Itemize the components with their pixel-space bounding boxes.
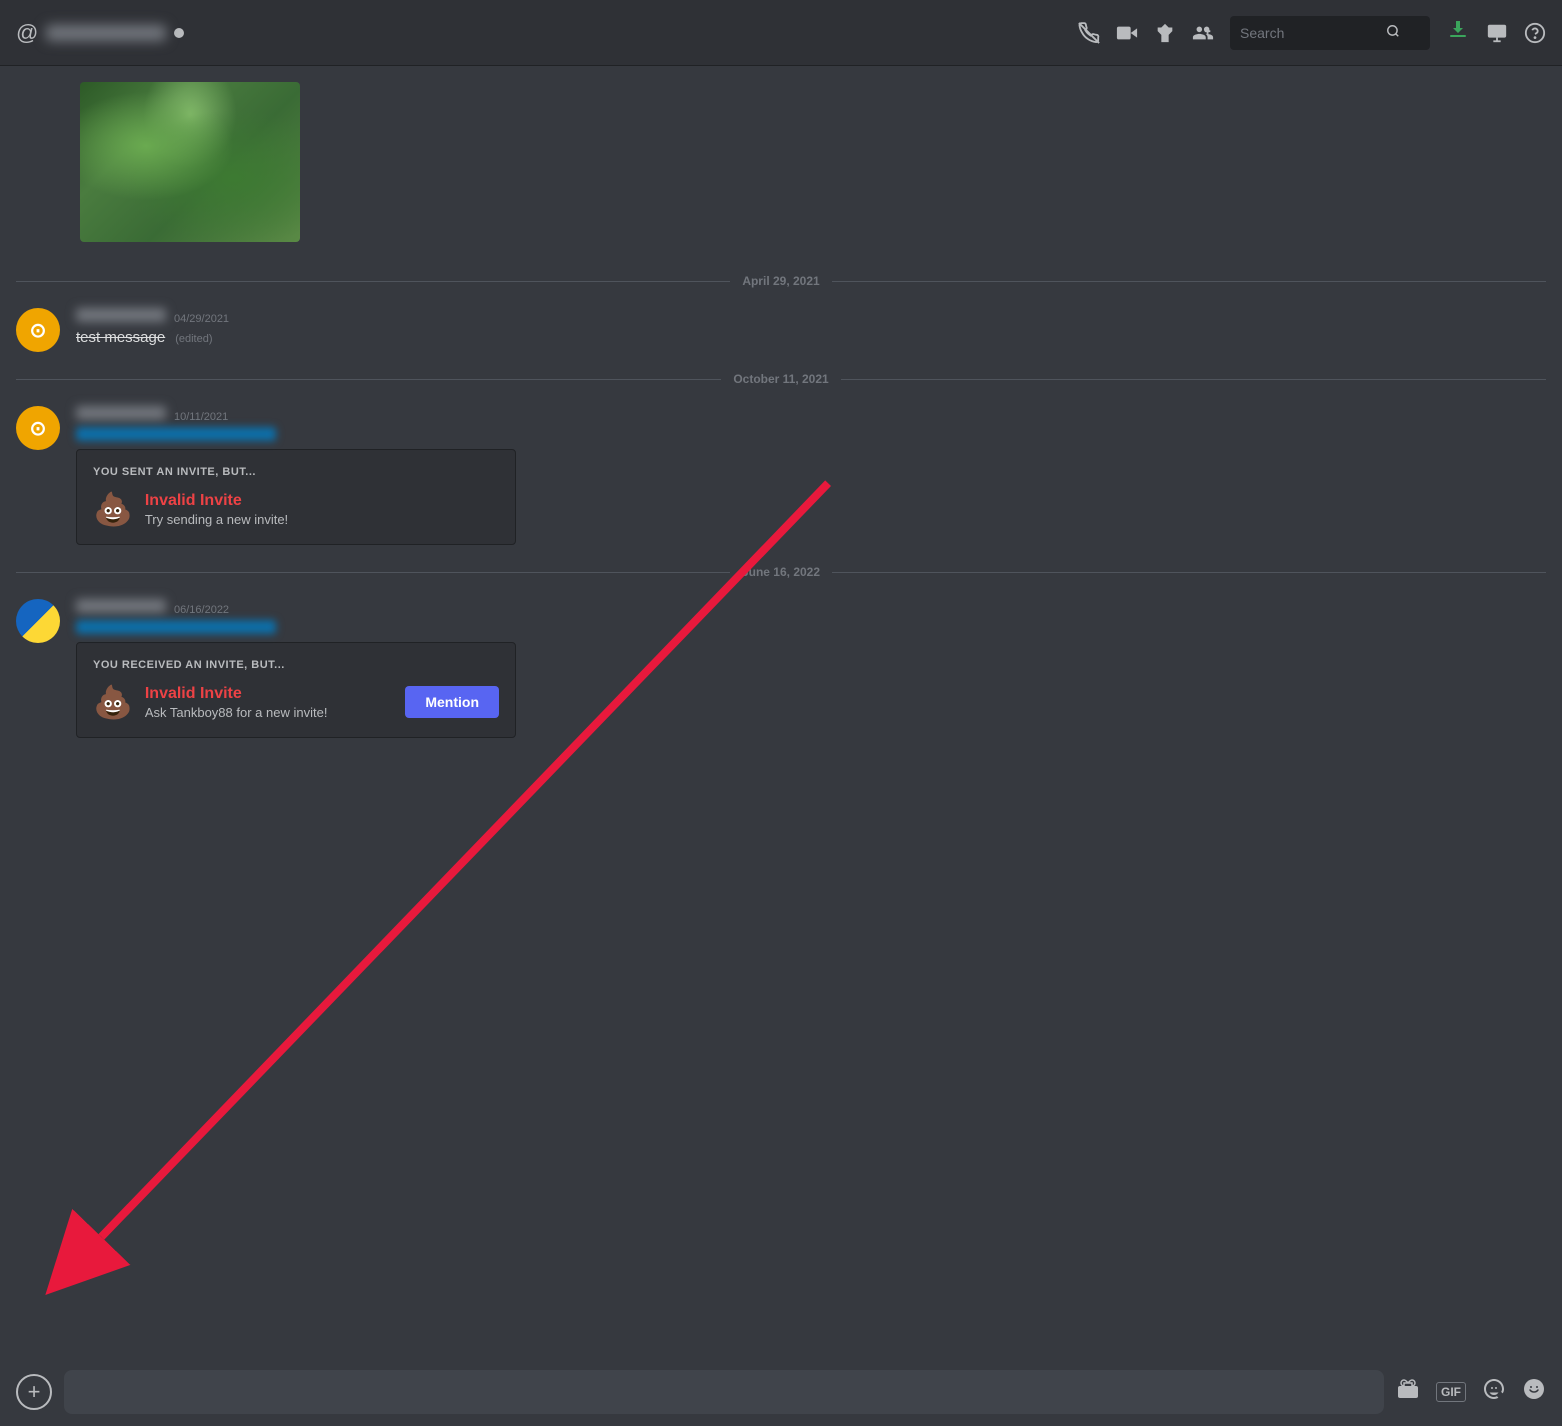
sticker-icon[interactable] — [1482, 1377, 1506, 1407]
message-content-june: 06/16/2022 YOU RECEIVED AN INVITE, BUT..… — [76, 599, 1546, 738]
invite-card-title-sent: YOU SENT AN INVITE, BUT... — [93, 466, 499, 478]
invite-info-sent: Invalid Invite Try sending a new invite! — [145, 492, 499, 527]
message-header-october: 10/11/2021 — [76, 406, 1546, 423]
avatar-october: ⊙ — [16, 406, 60, 450]
message-content-april: 04/29/2021 test message (edited) — [76, 308, 1546, 346]
search-bar[interactable] — [1230, 16, 1430, 50]
poop-icon-received: 💩 — [93, 683, 133, 721]
top-bar: @ — [0, 0, 1562, 66]
username-display — [46, 25, 166, 41]
invite-card-sent: YOU SENT AN INVITE, BUT... 💩 Invalid Inv… — [76, 449, 516, 545]
image-message — [0, 82, 1562, 258]
invalid-invite-text-received: Invalid Invite — [145, 685, 394, 703]
username-june — [76, 599, 166, 613]
divider-line-left-oct — [16, 379, 721, 380]
avatar-april: ⊙ — [16, 308, 60, 352]
gift-icon[interactable] — [1396, 1377, 1420, 1407]
message-group-april: ⊙ 04/29/2021 test message (edited) — [0, 304, 1562, 356]
image-thumbnail[interactable] — [80, 82, 300, 242]
invite-card-received: YOU RECEIVED AN INVITE, BUT... 💩 Invalid… — [76, 642, 516, 738]
date-divider-text-oct: October 11, 2021 — [721, 372, 840, 386]
username-october — [76, 406, 166, 420]
divider-line-right — [832, 281, 1546, 282]
divider-line-right-oct — [841, 379, 1546, 380]
poop-icon-sent: 💩 — [93, 490, 133, 528]
message-link-october — [76, 427, 276, 441]
search-icon — [1386, 24, 1400, 41]
message-header-june: 06/16/2022 — [76, 599, 1546, 616]
message-group-june: 06/16/2022 YOU RECEIVED AN INVITE, BUT..… — [0, 595, 1562, 742]
plus-icon: + — [28, 1379, 41, 1405]
discord-logo-icon: ⊙ — [30, 318, 47, 343]
divider-line-left-june — [16, 572, 730, 573]
gif-button[interactable]: GIF — [1436, 1382, 1466, 1402]
message-content-october: 10/11/2021 YOU SENT AN INVITE, BUT... 💩 … — [76, 406, 1546, 545]
date-divider-april-2021: April 29, 2021 — [0, 266, 1562, 296]
invite-card-body-received: 💩 Invalid Invite Ask Tankboy88 for a new… — [93, 683, 499, 721]
date-divider-june-2022: June 16, 2022 — [0, 557, 1562, 587]
discord-logo-icon-oct: ⊙ — [30, 416, 47, 441]
at-icon[interactable]: @ — [16, 20, 38, 46]
message-list: April 29, 2021 ⊙ 04/29/2021 test message… — [0, 66, 1562, 1358]
message-header-april: 04/29/2021 — [76, 308, 1546, 325]
edited-label: (edited) — [175, 333, 212, 345]
date-divider-october-2021: October 11, 2021 — [0, 364, 1562, 394]
timestamp-october: 10/11/2021 — [174, 411, 228, 423]
divider-line-left — [16, 281, 730, 282]
invite-card-title-received: YOU RECEIVED AN INVITE, BUT... — [93, 659, 499, 671]
username-april — [76, 308, 166, 322]
video-icon[interactable] — [1116, 22, 1138, 44]
input-bar: + GIF — [0, 1358, 1562, 1426]
timestamp-june: 06/16/2022 — [174, 604, 229, 616]
invite-info-received: Invalid Invite Ask Tankboy88 for a new i… — [145, 685, 394, 720]
add-friend-icon[interactable] — [1192, 22, 1214, 44]
input-actions: GIF — [1396, 1377, 1546, 1407]
message-link-june — [76, 620, 276, 634]
voice-call-icon[interactable] — [1078, 22, 1100, 44]
help-icon[interactable] — [1524, 22, 1546, 44]
timestamp-april: 04/29/2021 — [174, 313, 229, 325]
download-icon[interactable] — [1446, 17, 1470, 48]
top-bar-actions — [1078, 16, 1546, 50]
invite-sub-text-sent: Try sending a new invite! — [145, 512, 499, 527]
top-bar-left: @ — [16, 20, 1066, 46]
avatar-june — [16, 599, 60, 643]
date-divider-text: April 29, 2021 — [730, 274, 831, 288]
monitor-icon[interactable] — [1486, 22, 1508, 44]
status-dot — [174, 28, 184, 38]
date-divider-text-june: June 16, 2022 — [730, 565, 832, 579]
divider-line-right-june — [832, 572, 1546, 573]
mention-button[interactable]: Mention — [405, 686, 499, 718]
add-attachment-button[interactable]: + — [16, 1374, 52, 1410]
emoji-icon[interactable] — [1522, 1377, 1546, 1407]
invite-card-body-sent: 💩 Invalid Invite Try sending a new invit… — [93, 490, 499, 528]
message-group-october: ⊙ 10/11/2021 YOU SENT AN INVITE, BUT... … — [0, 402, 1562, 549]
message-text-april: test message — [76, 329, 165, 346]
message-input[interactable] — [64, 1370, 1384, 1414]
search-input[interactable] — [1240, 25, 1380, 41]
invalid-invite-text-sent: Invalid Invite — [145, 492, 499, 510]
invite-sub-text-received: Ask Tankboy88 for a new invite! — [145, 705, 394, 720]
pin-icon[interactable] — [1154, 22, 1176, 44]
